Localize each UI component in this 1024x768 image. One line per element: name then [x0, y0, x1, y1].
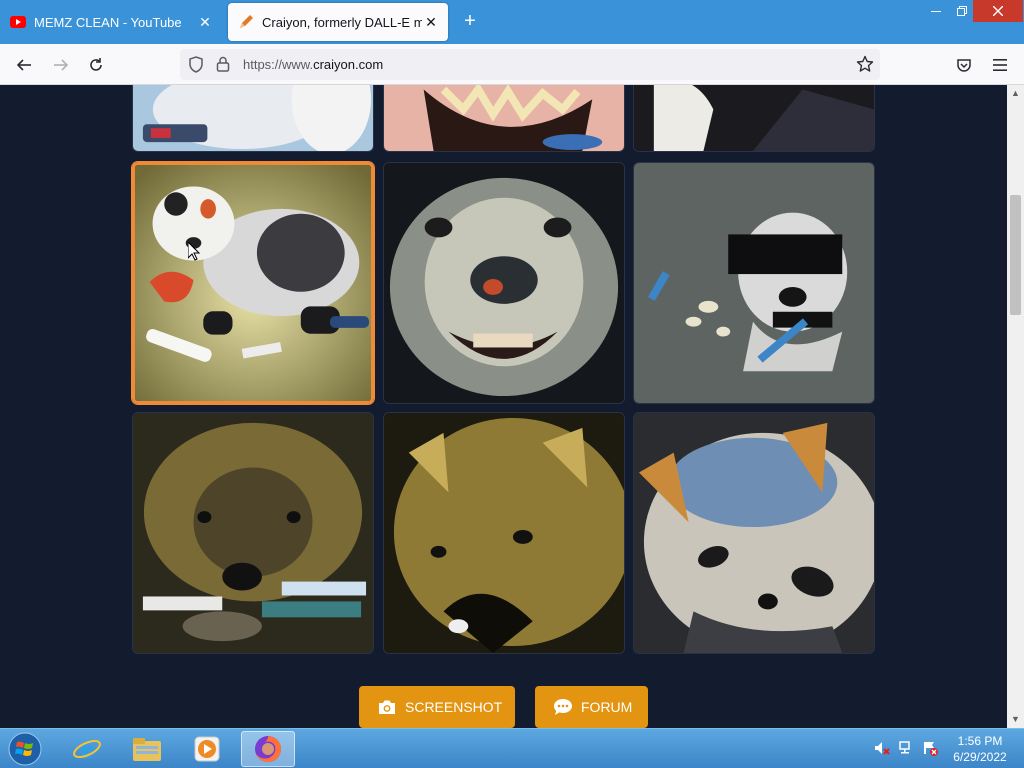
- url-domain: craiyon.com: [313, 57, 384, 72]
- start-button[interactable]: [4, 730, 46, 768]
- pocket-icon: [957, 59, 971, 72]
- youtube-icon: [10, 14, 26, 30]
- camera-icon: [377, 697, 397, 717]
- taskbar-file-explorer[interactable]: [120, 731, 174, 767]
- folder-icon: [133, 738, 161, 761]
- system-clock[interactable]: 1:56 PM 6/29/2022: [944, 733, 1016, 765]
- generated-image[interactable]: [383, 85, 625, 152]
- pocket-button[interactable]: [951, 52, 977, 78]
- forum-label: FORUM: [581, 699, 633, 715]
- svg-text:e: e: [81, 734, 93, 764]
- vertical-scrollbar[interactable]: ▲ ▼: [1007, 85, 1024, 728]
- close-window-button[interactable]: [973, 0, 1023, 22]
- lock-icon[interactable]: [216, 56, 230, 77]
- scroll-up-icon[interactable]: ▲: [1011, 89, 1020, 98]
- windows-taskbar: e 1:56 PM 6/29/2022: [0, 728, 1024, 768]
- generated-image[interactable]: [633, 85, 875, 152]
- internet-explorer-icon: e: [73, 734, 101, 764]
- windows-logo-icon: [8, 732, 42, 766]
- crayon-icon: [238, 14, 254, 30]
- generated-image[interactable]: [132, 412, 374, 654]
- close-tab-icon[interactable]: ✕: [422, 13, 440, 31]
- tab-youtube[interactable]: MEMZ CLEAN - YouTube ✕: [0, 3, 222, 41]
- screenshot-label: SCREENSHOT: [405, 699, 503, 715]
- forum-button[interactable]: FORUM: [535, 686, 648, 728]
- generated-image[interactable]: [633, 412, 875, 654]
- clock-time: 1:56 PM: [957, 734, 1003, 748]
- scroll-down-icon[interactable]: ▼: [1011, 715, 1020, 724]
- close-tab-icon[interactable]: ✕: [196, 13, 214, 31]
- scrollbar-thumb[interactable]: [1010, 195, 1021, 315]
- taskbar-internet-explorer[interactable]: e: [60, 731, 114, 767]
- page-viewport: SCREENSHOT FORUM: [0, 85, 1007, 728]
- action-center-icon[interactable]: [921, 739, 939, 757]
- tracking-shield-icon[interactable]: [188, 56, 204, 78]
- generated-image[interactable]: [633, 162, 875, 404]
- action-buttons: SCREENSHOT FORUM: [0, 686, 1007, 728]
- generated-image[interactable]: [383, 162, 625, 404]
- reload-icon: [90, 58, 102, 71]
- mouse-cursor-icon: [187, 240, 201, 266]
- forward-button[interactable]: [48, 52, 74, 78]
- hamburger-menu-icon: [993, 59, 1007, 71]
- screenshot-button[interactable]: SCREENSHOT: [359, 686, 515, 728]
- taskbar-firefox[interactable]: [241, 731, 295, 767]
- media-player-icon: [194, 736, 220, 762]
- reload-button[interactable]: [83, 52, 109, 78]
- tab-strip: MEMZ CLEAN - YouTube ✕ Craiyon, formerly…: [0, 0, 1024, 44]
- back-button[interactable]: [11, 52, 37, 78]
- navigation-bar: https://www.craiyon.com: [0, 44, 1024, 85]
- network-icon[interactable]: [897, 739, 915, 757]
- generated-image[interactable]: [383, 412, 625, 654]
- firefox-icon: [255, 736, 281, 762]
- clock-date: 6/29/2022: [953, 750, 1007, 764]
- url-text[interactable]: https://www.craiyon.com: [243, 57, 383, 72]
- tab-title: MEMZ CLEAN - YouTube: [34, 14, 182, 30]
- address-bar[interactable]: https://www.craiyon.com: [180, 49, 880, 80]
- taskbar-media-player[interactable]: [180, 731, 234, 767]
- tab-title: Craiyon, formerly DALL-E mini: [262, 14, 422, 30]
- url-prefix: https://www.: [243, 57, 314, 72]
- forward-arrow-icon: [54, 59, 69, 71]
- volume-muted-icon[interactable]: [873, 739, 891, 757]
- chat-bubble-icon: [553, 697, 573, 717]
- bookmark-star-icon[interactable]: [856, 55, 874, 78]
- generated-image-selected[interactable]: [132, 162, 374, 404]
- tab-craiyon[interactable]: Craiyon, formerly DALL-E mini ✕: [228, 3, 448, 41]
- back-arrow-icon: [16, 59, 31, 71]
- generated-image[interactable]: [132, 85, 374, 152]
- new-tab-button[interactable]: +: [458, 10, 482, 34]
- menu-button[interactable]: [987, 52, 1013, 78]
